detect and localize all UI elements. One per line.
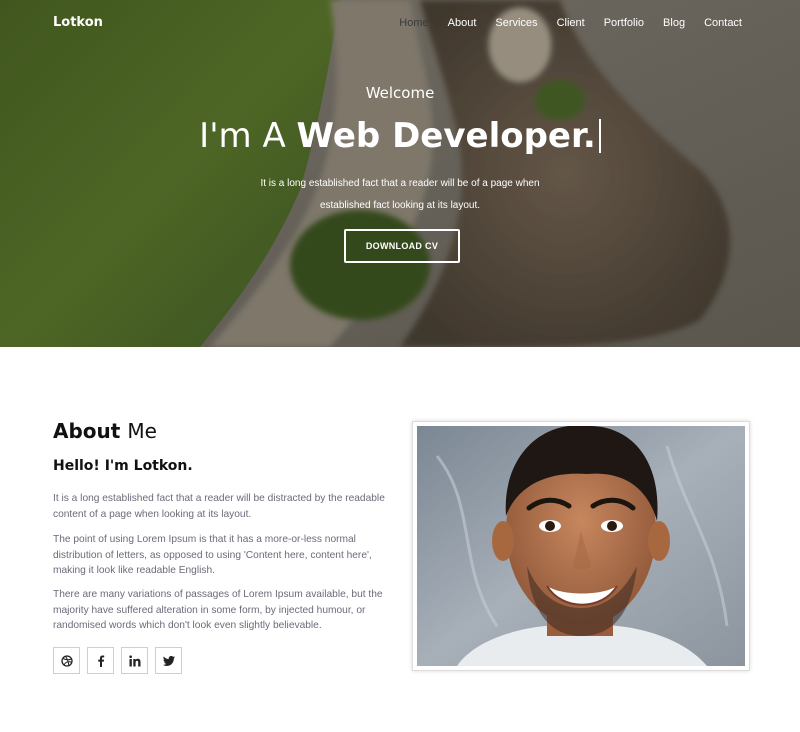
hero-headline-bold: Web Developer. <box>296 116 596 156</box>
about-paragraph-3: There are many variations of passages of… <box>53 589 383 631</box>
nav-item-home[interactable]: Home <box>399 17 428 29</box>
about-paragraph-2: The point of using Lorem Ipsum is that i… <box>53 534 372 576</box>
nav-item-client[interactable]: Client <box>557 17 585 29</box>
nav-item-portfolio[interactable]: Portfolio <box>604 17 644 29</box>
dribbble-icon[interactable] <box>53 647 80 674</box>
hero-headline: I'm A Web Developer. <box>0 116 800 156</box>
typing-cursor <box>598 119 601 153</box>
download-cv-button[interactable]: DOWNLOAD CV <box>344 229 460 263</box>
hero-description: It is a long established fact that a rea… <box>250 173 550 217</box>
hero-description-line1: It is a long established fact that a rea… <box>260 178 540 189</box>
hero-description-line2: established fact looking at its layout. <box>319 200 481 211</box>
nav-item-contact[interactable]: Contact <box>704 17 742 29</box>
linkedin-icon[interactable] <box>121 647 148 674</box>
facebook-icon[interactable] <box>87 647 114 674</box>
profile-photo-frame <box>412 421 750 671</box>
hero-welcome: Welcome <box>365 84 435 102</box>
twitter-icon[interactable] <box>155 647 182 674</box>
about-title: About Me <box>53 419 157 443</box>
nav-item-services[interactable]: Services <box>495 17 537 29</box>
nav-item-blog[interactable]: Blog <box>663 17 685 29</box>
hero-section: Lotkon Home About Services Client Portfo… <box>0 0 800 347</box>
greeting-name: I'm Lotkon. <box>104 458 193 474</box>
nav-item-about[interactable]: About <box>448 17 477 29</box>
hero-headline-light: I'm A <box>199 116 286 156</box>
about-title-light: Me <box>127 419 157 443</box>
about-greeting: Hello! I'm Lotkon. <box>53 458 193 474</box>
profile-photo <box>417 426 745 666</box>
greeting-prefix: Hello! <box>53 458 100 474</box>
nav-menu: Home About Services Client Portfolio Blo… <box>380 17 742 29</box>
site-logo[interactable]: Lotkon <box>53 15 103 30</box>
about-title-bold: About <box>53 419 121 443</box>
social-links <box>53 647 182 674</box>
about-paragraph-1: It is a long established fact that a rea… <box>53 493 385 520</box>
top-navigation: Lotkon Home About Services Client Portfo… <box>0 0 800 48</box>
